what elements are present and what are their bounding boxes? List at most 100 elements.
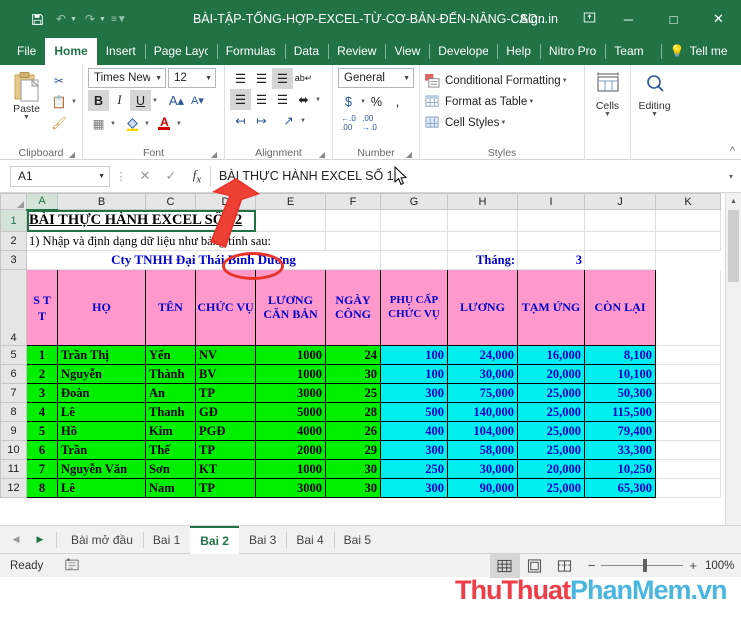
cell-conlai[interactable]: 115,500 (584, 402, 656, 422)
header-tam-ung[interactable]: TẠM ỨNG (517, 269, 585, 346)
cell-A1[interactable]: BÀI THỰC HÀNH EXCEL SỐ 12 (26, 209, 256, 232)
column-header-C[interactable]: C (145, 193, 196, 210)
cell-conlai[interactable]: 10,250 (584, 459, 656, 479)
row-header-7[interactable]: 7 (0, 383, 27, 403)
tab-home[interactable]: Home (45, 38, 97, 65)
cell-month-label[interactable]: Tháng: (447, 250, 518, 270)
sign-in-button[interactable]: Sign in (506, 12, 572, 26)
paste-chevron-down-icon[interactable]: ▼ (23, 114, 30, 121)
header-chuc-vu[interactable]: CHỨC VỤ (195, 269, 256, 346)
cell-ten[interactable]: Nam (145, 478, 196, 498)
cell-ho[interactable]: Hồ (57, 421, 146, 441)
cell-luongcb[interactable]: 1000 (255, 459, 326, 479)
decrease-decimal-button[interactable]: ←.0.00 (338, 112, 359, 133)
cells-chevron-down-icon[interactable]: ▼ (604, 111, 611, 118)
cell-E1[interactable] (255, 209, 326, 232)
zoom-out-button[interactable]: − (588, 558, 596, 573)
copy-chevron-down-icon[interactable]: ▼ (71, 99, 77, 105)
sheet-tab-bai-4[interactable]: Bai 4 (286, 527, 333, 553)
row-header-9[interactable]: 9 (0, 421, 27, 441)
align-right-button[interactable]: ☰ (272, 89, 293, 110)
tell-me-button[interactable]: 💡 Tell me (660, 38, 737, 65)
tab-data[interactable]: Data (284, 38, 328, 65)
sheet-tab-bai-mo-dau[interactable]: Bài mở đầu (61, 527, 143, 553)
column-header-D[interactable]: D (195, 193, 256, 210)
cell-K1[interactable] (655, 209, 721, 232)
align-bottom-button[interactable]: ☰ (272, 68, 293, 89)
format-painter-icon[interactable]: 🖌 (48, 112, 70, 133)
editing-chevron-down-icon[interactable]: ▼ (651, 111, 658, 118)
tab-team[interactable]: Team (605, 38, 652, 65)
redo-chevron-down-icon[interactable]: ▼ (99, 16, 106, 23)
align-top-button[interactable]: ☰ (230, 68, 251, 89)
cell-ngaycong[interactable]: 30 (325, 459, 381, 479)
cell-tamung[interactable]: 16,000 (517, 345, 585, 365)
cell-luongcb[interactable]: 4000 (255, 421, 326, 441)
next-sheet-icon[interactable]: ▶ (28, 534, 52, 545)
cell-G1[interactable] (380, 209, 448, 232)
increase-indent-button[interactable]: ↦ (251, 110, 272, 131)
cell-chucvu[interactable]: KT (195, 459, 256, 479)
cell-ngaycong[interactable]: 24 (325, 345, 381, 365)
conditional-formatting-button[interactable]: Conditional Formatting ▼ (425, 70, 568, 91)
cell-chucvu[interactable]: BV (195, 364, 256, 384)
conditional-formatting-chevron-down-icon[interactable]: ▼ (562, 78, 568, 84)
cell-ngaycong[interactable]: 30 (325, 364, 381, 384)
font-color-icon[interactable]: A (154, 113, 175, 134)
header-luong[interactable]: LƯƠNG (447, 269, 518, 346)
cell-styles-chevron-down-icon[interactable]: ▼ (500, 120, 506, 126)
save-icon[interactable] (26, 8, 48, 30)
cut-icon[interactable]: ✂ (48, 70, 70, 91)
orientation-chevron-down-icon[interactable]: ▼ (300, 118, 306, 124)
cell-chucvu[interactable]: TP (195, 383, 256, 403)
cell-phucap[interactable]: 100 (380, 345, 448, 365)
row-header-2[interactable]: 2 (0, 231, 27, 251)
cell-conlai[interactable]: 50,300 (584, 383, 656, 403)
align-middle-button[interactable]: ☰ (251, 68, 272, 89)
bold-button[interactable]: B (88, 90, 109, 111)
column-header-K[interactable]: K (655, 193, 721, 210)
font-size-combo[interactable]: 12 ▼ (168, 68, 216, 88)
cell-luong[interactable]: 140,000 (447, 402, 518, 422)
cell-ngaycong[interactable]: 29 (325, 440, 381, 460)
customize-qat-icon[interactable]: ≡▼ (108, 8, 130, 30)
copy-icon[interactable]: 📋 (48, 91, 70, 112)
cell-stt[interactable]: 3 (26, 383, 58, 403)
cell-phucap[interactable]: 250 (380, 459, 448, 479)
cell-luongcb[interactable]: 3000 (255, 478, 326, 498)
cell-F2[interactable] (325, 231, 381, 251)
normal-view-icon[interactable] (489, 553, 520, 578)
cell-phucap[interactable]: 300 (380, 440, 448, 460)
maximize-button[interactable]: □ (651, 0, 696, 38)
column-header-F[interactable]: F (325, 193, 381, 210)
cell-tamung[interactable]: 25,000 (517, 440, 585, 460)
format-as-table-button[interactable]: Format as Table ▼ (425, 91, 534, 112)
row-header-3[interactable]: 3 (0, 250, 27, 270)
cell-chucvu[interactable]: TP (195, 440, 256, 460)
cell-stt[interactable]: 7 (26, 459, 58, 479)
undo-chevron-down-icon[interactable]: ▼ (70, 16, 77, 23)
cell-luong[interactable]: 30,000 (447, 364, 518, 384)
cell-ngaycong[interactable]: 25 (325, 383, 381, 403)
header-ho[interactable]: HỌ (57, 269, 146, 346)
close-button[interactable]: ✕ (696, 0, 741, 38)
tab-nitro-pro[interactable]: Nitro Pro (539, 38, 605, 65)
cell-ngaycong[interactable]: 30 (325, 478, 381, 498)
cell-conlai[interactable]: 33,300 (584, 440, 656, 460)
cell-F1[interactable] (325, 209, 381, 232)
cell-ten[interactable]: Thành (145, 364, 196, 384)
merge-chevron-down-icon[interactable]: ▼ (315, 97, 321, 103)
cell-stt[interactable]: 6 (26, 440, 58, 460)
cell-G2[interactable] (380, 231, 448, 251)
zoom-slider-thumb[interactable] (643, 559, 648, 572)
header-luong-can-ban[interactable]: LƯƠNG CĂN BẢN (255, 269, 326, 346)
cell-phucap[interactable]: 500 (380, 402, 448, 422)
sheet-tab-bai-2[interactable]: Bai 2 (190, 525, 239, 554)
collapse-ribbon-icon[interactable]: ^ (730, 145, 735, 157)
cell-chucvu[interactable]: GĐ (195, 402, 256, 422)
cell-stt[interactable]: 4 (26, 402, 58, 422)
paste-button[interactable]: Paste ▼ (5, 68, 48, 121)
cell-conlai[interactable]: 65,300 (584, 478, 656, 498)
sheet-tab-bai-3[interactable]: Bai 3 (239, 527, 286, 553)
cell-phucap[interactable]: 300 (380, 478, 448, 498)
